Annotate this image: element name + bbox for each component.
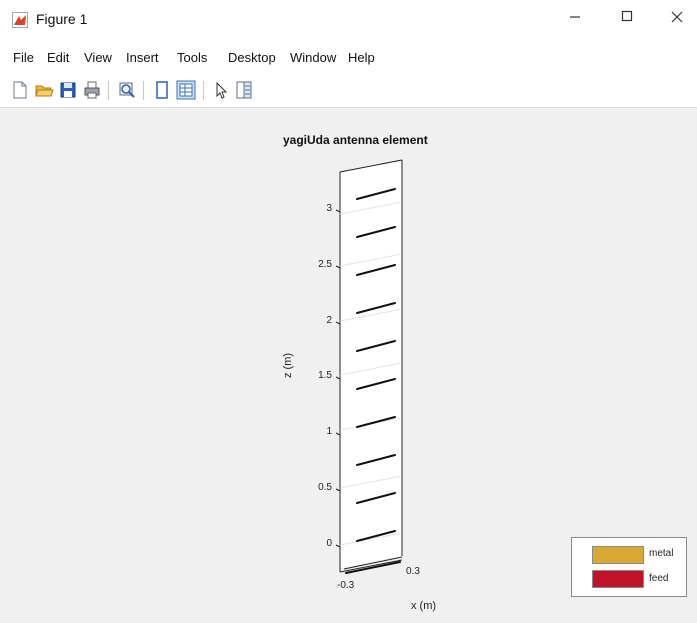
z-tick-marks [335, 209, 341, 548]
x-tick-label: 0.3 [406, 566, 420, 577]
x-axis-label: x (m) [411, 600, 437, 612]
legend[interactable]: metal feed [571, 537, 687, 597]
antenna-axes[interactable] [0, 0, 697, 623]
z-tick-label: 2 [326, 315, 332, 326]
legend-swatch-feed [592, 570, 644, 588]
x-tick-label: -0.3 [337, 580, 355, 591]
z-axis-label: z (m) [282, 352, 294, 378]
legend-label-metal: metal [649, 548, 674, 559]
z-tick-label: 0 [326, 538, 332, 549]
z-tick-label: 1 [326, 426, 332, 437]
z-tick-label: 3 [326, 203, 332, 214]
z-tick-label: 2.5 [318, 259, 332, 270]
z-tick-label: 0.5 [318, 482, 332, 493]
legend-label-feed: feed [649, 573, 669, 584]
axes-back-panel [340, 160, 402, 568]
z-tick-label: 1.5 [318, 370, 332, 381]
legend-swatch-metal [592, 546, 644, 564]
